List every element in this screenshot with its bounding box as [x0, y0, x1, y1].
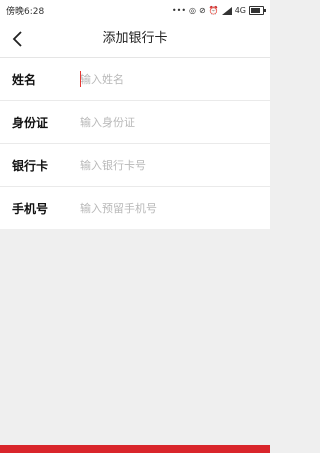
- more-dots-icon: •••: [171, 6, 187, 15]
- form-row-id: 身份证: [0, 101, 270, 144]
- name-input[interactable]: [68, 59, 270, 99]
- nav-bar: 添加银行卡: [0, 21, 270, 58]
- id-card-label: 身份证: [12, 115, 49, 130]
- signal-icon: [221, 6, 232, 15]
- form-row-name: 姓名: [0, 58, 270, 101]
- network-type: 4G: [234, 6, 246, 15]
- bank-card-form: 姓名 身份证 银行卡 手机号: [0, 58, 270, 229]
- status-bar: 傍晚6:28 ••• ◎ ⊘ ⏰ 4G: [0, 0, 270, 21]
- bank-card-input[interactable]: [68, 145, 270, 185]
- phone-label: 手机号: [12, 201, 49, 216]
- form-row-phone: 手机号: [0, 187, 270, 229]
- phone-input[interactable]: [68, 188, 270, 228]
- battery-icon: [249, 6, 266, 15]
- status-time: 傍晚6:28: [6, 7, 45, 17]
- id-card-input[interactable]: [68, 102, 270, 142]
- target-icon: ◎: [189, 6, 197, 15]
- bank-card-label: 银行卡: [12, 158, 49, 173]
- alarm-icon: ⏰: [208, 6, 219, 15]
- name-label: 姓名: [12, 72, 37, 87]
- mute-icon: ⊘: [199, 6, 206, 15]
- text-cursor: [80, 71, 81, 87]
- page-title: 添加银行卡: [102, 31, 168, 46]
- status-icons: ••• ◎ ⊘ ⏰ 4G: [171, 6, 266, 15]
- form-row-bank-card: 银行卡: [0, 144, 270, 187]
- bottom-accent-bar: [0, 445, 270, 453]
